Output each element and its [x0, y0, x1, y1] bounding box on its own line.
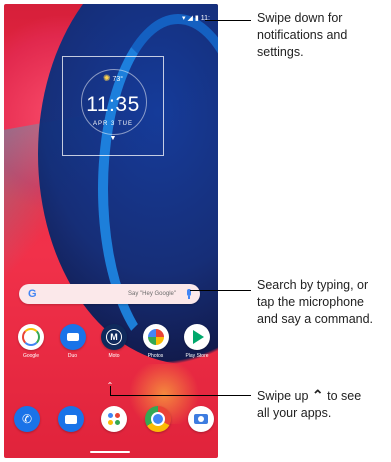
- clock-date: APR 3 TUE: [93, 121, 133, 127]
- sun-icon: ✺: [102, 73, 111, 83]
- battery-icon: ▮: [194, 15, 199, 22]
- callout-line: [190, 290, 251, 291]
- callout-apps: Swipe up ⌃ to see all your apps.: [257, 388, 361, 422]
- app-label: Photos: [147, 353, 164, 359]
- app-label: Moto: [108, 353, 120, 359]
- phone-icon[interactable]: ✆: [14, 406, 40, 432]
- google-folder-icon: [18, 324, 44, 350]
- app-play-store[interactable]: Play Store: [180, 324, 214, 359]
- app-label: Duo: [67, 353, 78, 359]
- chevron-down-icon[interactable]: ▼: [63, 135, 163, 142]
- photos-icon: [142, 324, 169, 350]
- google-search-bar[interactable]: G Say "Hey Google": [19, 284, 200, 304]
- temperature: 73°: [112, 76, 124, 83]
- caret-up-icon: ⌃: [311, 387, 324, 403]
- google-logo-icon: G: [28, 288, 37, 300]
- callout-search-text: Search by typing, or tap the microphone …: [257, 278, 374, 326]
- callout-notifications: Swipe down for notifications and setting…: [257, 11, 348, 59]
- signal-icon: ◢: [187, 15, 193, 22]
- callout-search: Search by typing, or tap the microphone …: [257, 277, 373, 328]
- app-label: Play Store: [185, 353, 209, 359]
- app-label: Google: [22, 353, 40, 359]
- phone-home-screen: ▾ ◢ ▮ 11: ✺ 73° 11:35 APR 3 TUE ▼ G Say …: [4, 4, 218, 458]
- camera-icon[interactable]: [188, 406, 214, 432]
- clock-time: 11:35: [86, 93, 140, 116]
- app-photos[interactable]: Photos: [139, 324, 173, 359]
- callout-line: [205, 20, 251, 21]
- messages-icon[interactable]: [57, 406, 84, 432]
- assistant-icon[interactable]: [101, 406, 127, 432]
- play-store-icon: [184, 324, 210, 350]
- app-duo[interactable]: Duo: [56, 324, 90, 359]
- dock: ✆: [14, 406, 214, 432]
- duo-icon: [59, 324, 86, 350]
- app-moto[interactable]: M Moto: [97, 324, 131, 359]
- moto-icon: M: [101, 324, 127, 350]
- app-google[interactable]: Google: [14, 324, 48, 359]
- clock-widget[interactable]: ✺ 73° 11:35 APR 3 TUE ▼: [62, 56, 164, 156]
- weather-readout: ✺ 73°: [63, 73, 163, 84]
- chrome-icon[interactable]: [144, 406, 171, 432]
- callout-line: [110, 386, 111, 396]
- app-row: Google Duo M Moto Photos Play Store: [14, 324, 214, 359]
- callout-line: [110, 395, 251, 396]
- wifi-icon: ▾: [182, 15, 186, 22]
- callout-apps-prefix: Swipe up: [257, 389, 309, 403]
- home-gesture-bar[interactable]: [90, 451, 130, 453]
- search-hint: Say "Hey Google": [128, 291, 176, 297]
